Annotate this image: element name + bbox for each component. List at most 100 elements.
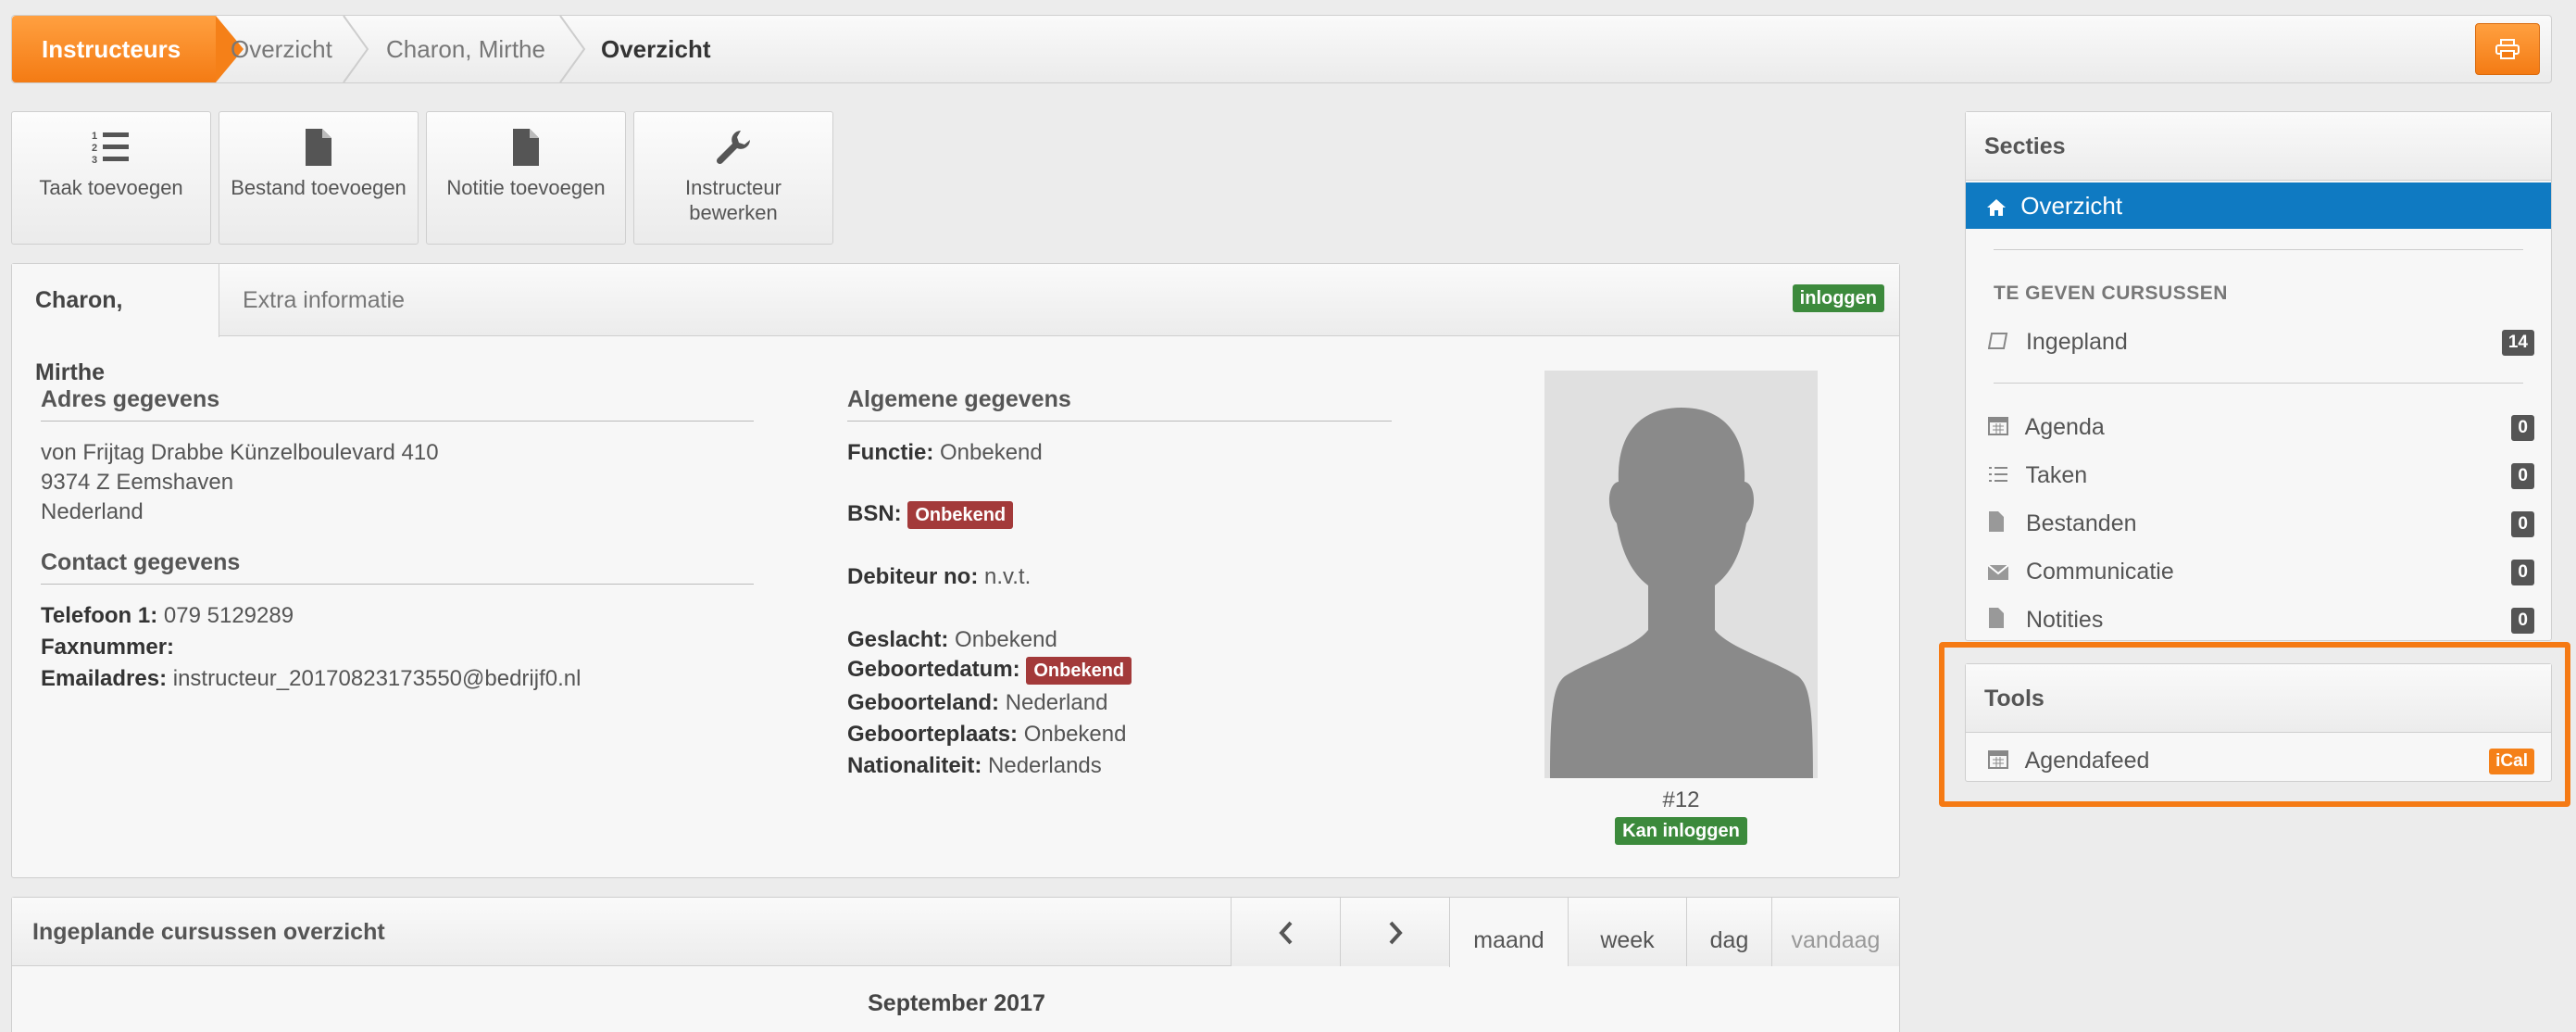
geboorteplaats-label: Geboorteplaats: [847, 722, 1019, 747]
sidebar-item-taken[interactable]: Taken 0 [1988, 457, 2534, 494]
add-file-label: Bestand toevoegen [231, 176, 406, 199]
book-icon [1987, 333, 2008, 350]
contact-title: Contact gegevens [41, 549, 754, 585]
bsn-row: BSN: Onbekend [847, 501, 1014, 529]
breadcrumb-instructor[interactable]: Charon, Mirthe [386, 16, 545, 82]
breadcrumb-instructeurs[interactable]: Instructeurs [12, 16, 244, 82]
debiteur-row: Debiteur no: n.v.t. [847, 564, 1031, 590]
email-value[interactable]: instructeur_20170823173550@bedrijf0.nl [173, 666, 581, 691]
home-icon [1987, 199, 2006, 217]
divider [1994, 249, 2523, 250]
sidebar-item-overzicht[interactable]: Overzicht [1966, 182, 2551, 229]
sections-title: Secties [1966, 112, 2551, 181]
nationaliteit-row: Nationaliteit: Nederlands [847, 753, 1102, 779]
add-note-label: Notitie toevoegen [446, 176, 606, 199]
tools-highlight-frame [1939, 642, 2570, 807]
file-icon [1989, 511, 2004, 533]
sidebar-item-agenda[interactable]: Agenda 0 [1988, 409, 2534, 446]
breadcrumb-current: Overzicht [601, 35, 711, 63]
calendar-title: Ingeplande cursussen overzicht [32, 919, 385, 945]
calendar-view-day[interactable]: dag [1686, 898, 1771, 966]
email-row: Emailadres: instructeur_20170823173550@b… [41, 666, 581, 692]
sidebar-group-label: TE GEVEN CURSUSSEN [1994, 283, 2228, 304]
print-icon [2495, 39, 2520, 59]
chevron-right-icon [1389, 922, 1403, 945]
count-badge: 0 [2511, 560, 2534, 585]
geslacht-label: Geslacht: [847, 627, 949, 652]
avatar-silhouette-icon [1550, 408, 1813, 778]
add-note-button[interactable]: Notitie toevoegen [426, 111, 626, 245]
phone-value: 079 5129289 [163, 603, 294, 628]
address-title: Adres gegevens [41, 386, 754, 422]
count-badge: 0 [2511, 463, 2534, 489]
svg-text:1: 1 [92, 131, 97, 142]
count-badge: 0 [2511, 511, 2534, 537]
address-line: Nederland [41, 499, 144, 524]
sidebar-item-label: Agenda [2024, 414, 2105, 440]
breadcrumb-overzicht[interactable]: Overzicht [231, 16, 332, 82]
geboortedatum-label: Geboortedatum: [847, 657, 1020, 682]
profile-panel: Charon, Mirthe Extra informatie inloggen… [11, 263, 1900, 878]
bsn-badge: Onbekend [907, 501, 1014, 529]
sidebar-item-label: Bestanden [2025, 510, 2137, 536]
tab-profile[interactable]: Charon, Mirthe [12, 264, 219, 385]
can-login-badge: Kan inloggen [1615, 817, 1747, 845]
add-file-button[interactable]: Bestand toevoegen [219, 111, 419, 245]
email-label: Emailadres: [41, 666, 168, 691]
calendar-view-week[interactable]: week [1568, 898, 1686, 966]
edit-instructor-button[interactable]: Instructeur bewerken [633, 111, 833, 245]
tab-extra-info[interactable]: Extra informatie [219, 264, 428, 336]
sidebar-item-label: Communicatie [2025, 559, 2174, 585]
edit-instructor-label: Instructeur bewerken [685, 176, 782, 224]
sidebar-item-ingepland[interactable]: Ingepland 14 [1987, 323, 2534, 360]
sidebar-item-label: Ingepland [2025, 329, 2128, 355]
svg-text:2: 2 [92, 143, 97, 154]
divider [1994, 383, 2523, 384]
wrench-icon [716, 131, 750, 165]
ordered-list-icon: 1 2 3 [92, 131, 129, 166]
sections-panel: Secties Overzicht TE GEVEN CURSUSSEN Ing… [1965, 111, 2552, 641]
sidebar-item-label: Notities [2025, 607, 2104, 633]
phone-row: Telefoon 1: 079 5129289 [41, 603, 294, 629]
geslacht-row: Geslacht: Onbekend [847, 627, 1057, 653]
nationaliteit-value: Nederlands [988, 753, 1102, 778]
sidebar-item-notities[interactable]: Notities 0 [1988, 601, 2534, 638]
calendar-month-title: September 2017 [868, 990, 1045, 1016]
sidebar-item-label: Taken [2025, 462, 2088, 488]
bsn-label: BSN: [847, 501, 902, 526]
geboorteland-value: Nederland [1005, 690, 1108, 715]
login-badge[interactable]: inloggen [1792, 284, 1884, 312]
can-login-badge-wrap: Kan inloggen [1544, 817, 1818, 845]
geboortedatum-row: Geboortedatum: Onbekend [847, 657, 1132, 685]
debiteur-label: Debiteur no: [847, 564, 979, 589]
calendar-header: Ingeplande cursussen overzicht maand wee… [12, 898, 1899, 967]
calendar-today-button[interactable]: vandaag [1771, 898, 1899, 966]
geslacht-value: Onbekend [955, 627, 1057, 652]
functie-label: Functie: [847, 440, 934, 465]
file-icon [306, 129, 331, 166]
phone-label: Telefoon 1: [41, 603, 158, 628]
breadcrumb: Instructeurs Overzicht Charon, Mirthe Ov… [11, 15, 2552, 83]
calendar-view-month[interactable]: maand [1449, 898, 1568, 967]
file-icon [1989, 608, 2004, 629]
calendar-next-button[interactable] [1340, 898, 1449, 966]
add-task-button[interactable]: 1 2 3 Taak toevoegen [11, 111, 211, 245]
address-line: 9374 Z Eemshaven [41, 470, 234, 495]
general-title: Algemene gegevens [847, 386, 1392, 422]
instructor-id: #12 [1662, 787, 1700, 812]
file-icon [513, 129, 539, 166]
sidebar-item-communicatie[interactable]: Communicatie 0 [1987, 553, 2534, 590]
functie-row: Functie: Onbekend [847, 440, 1043, 466]
fax-label: Faxnummer: [41, 635, 175, 660]
avatar [1544, 371, 1818, 778]
breadcrumb-separator [342, 16, 371, 82]
count-badge: 0 [2511, 415, 2534, 441]
geboorteland-label: Geboorteland: [847, 690, 1000, 715]
calendar-panel: Ingeplande cursussen overzicht maand wee… [11, 897, 1900, 1032]
print-button[interactable] [2475, 23, 2540, 75]
address-line: von Frijtag Drabbe Künzelboulevard 410 [41, 440, 439, 465]
sidebar-item-bestanden[interactable]: Bestanden 0 [1988, 505, 2534, 542]
calendar-prev-button[interactable] [1231, 898, 1340, 966]
geboorteplaats-value: Onbekend [1023, 722, 1127, 747]
count-badge: 0 [2511, 608, 2534, 634]
